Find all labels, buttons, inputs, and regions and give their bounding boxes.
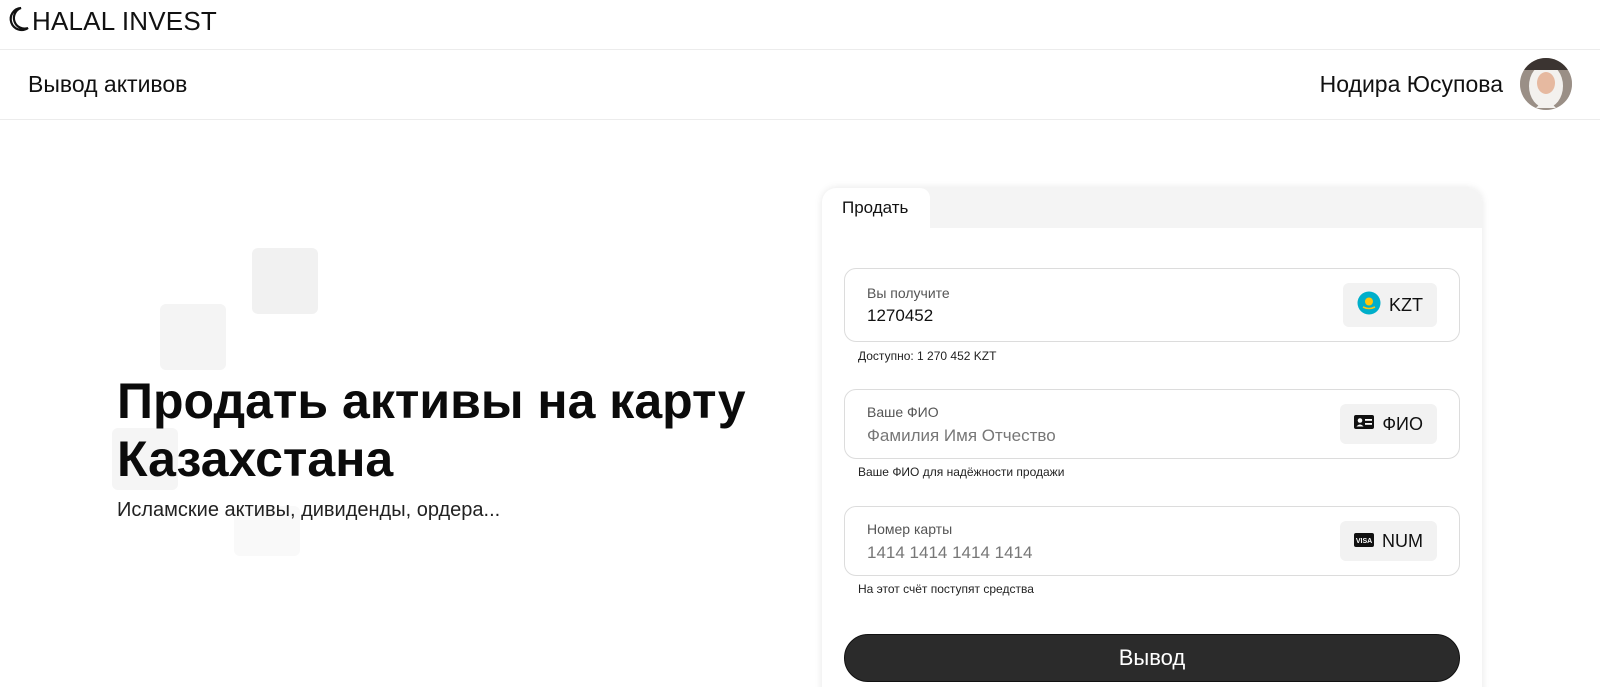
user-name: Нодира Юсупова [1319,70,1503,97]
card-number-label: Номер карты [867,521,953,537]
brand-name: HALAL INVEST [32,6,217,36]
full-name-input[interactable] [867,426,1307,446]
currency-selector[interactable]: KZT [1343,283,1437,327]
visa-card-icon: VISA [1354,531,1382,552]
id-card-icon [1354,414,1382,435]
full-name-badge[interactable]: ФИО [1340,404,1437,444]
card-number-field[interactable]: Номер карты VISA NUM [844,506,1460,576]
hero-title: Продать активы на карту Казахстана [117,373,746,487]
decorative-square [160,304,226,370]
user-menu[interactable]: Нодира Юсупова [1320,58,1572,110]
available-balance: Доступно: 1 270 452 KZT [858,349,997,363]
currency-code: KZT [1389,294,1423,315]
amount-label: Вы получите [867,285,950,301]
brand-logo[interactable]: HALAL INVEST [4,4,217,39]
crescent-moon-icon [4,4,30,39]
withdraw-button[interactable]: Вывод [844,634,1460,682]
amount-field[interactable]: Вы получите KZT [844,268,1460,342]
tab-sell[interactable]: Продать [822,188,930,228]
amount-input[interactable] [867,306,1307,326]
withdraw-form-card: Продать Вы получите KZT Доступно: 1 270 … [822,188,1482,687]
full-name-field[interactable]: Ваше ФИО ФИО [844,389,1460,459]
full-name-badge-label: ФИО [1382,413,1423,434]
avatar[interactable] [1520,58,1572,110]
kazakhstan-flag-icon [1357,291,1389,320]
full-name-hint: Ваше ФИО для надёжности продажи [858,465,1065,479]
hero-subtitle: Исламские активы, дивиденды, ордера... [117,499,501,521]
card-number-hint: На этот счёт поступят средства [858,582,1034,596]
full-name-label: Ваше ФИО [867,404,939,420]
card-number-badge-label: NUM [1382,530,1423,551]
brand-bar: HALAL INVEST [0,0,1600,50]
page-header: Вывод активов Нодира Юсупова [0,50,1600,120]
page-title: Вывод активов [28,71,188,97]
decorative-square [252,248,318,314]
card-number-badge[interactable]: VISA NUM [1340,521,1437,561]
svg-text:VISA: VISA [1356,538,1372,545]
tab-strip: Продать [822,188,1482,228]
card-number-input[interactable] [867,543,1307,563]
